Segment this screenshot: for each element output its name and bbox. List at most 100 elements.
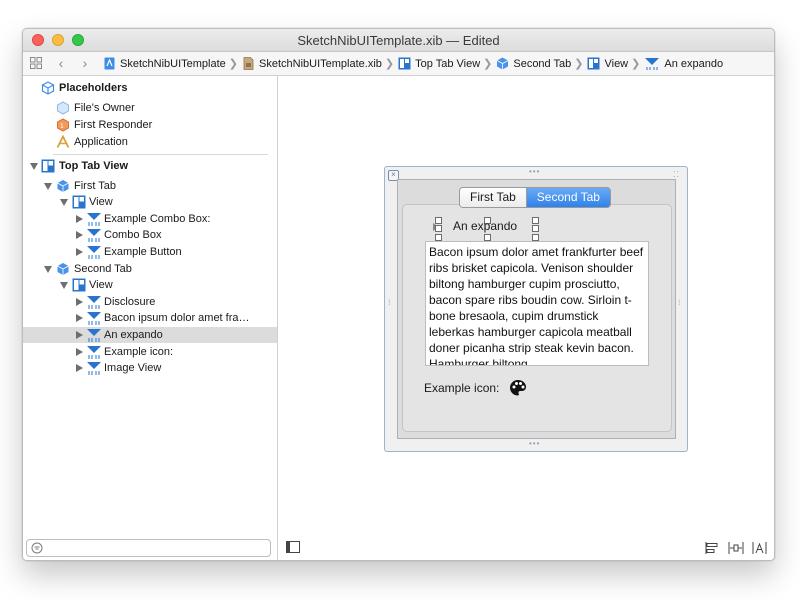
chevron-left-icon: ‹ [58, 55, 64, 71]
outline-item-first-tab-view[interactable]: View [23, 194, 277, 210]
disclosure-open-icon[interactable] [60, 282, 68, 289]
selection-handle[interactable] [532, 225, 539, 232]
selection-handle[interactable] [484, 234, 491, 241]
outline-item-image-view[interactable]: Image View [23, 360, 277, 376]
tab-first-tab[interactable]: First Tab [460, 188, 527, 207]
breadcrumb-label: Top Tab View [415, 57, 481, 70]
outline-label: Image View [104, 362, 162, 374]
project-icon [104, 57, 115, 70]
resize-handle-top-icon[interactable]: ••• [529, 167, 540, 176]
disclosure-closed-icon[interactable] [76, 248, 83, 256]
cube-icon [57, 263, 69, 275]
chevron-right-icon: › [82, 55, 88, 71]
breadcrumb-label: SketchNibUITemplate [120, 57, 226, 70]
palette-icon [510, 380, 527, 396]
selection-handle[interactable] [532, 217, 539, 224]
outline-label: Disclosure [104, 296, 156, 308]
outline-label: First Responder [74, 119, 153, 131]
outline-label: Application [74, 136, 128, 148]
custom-view-icon [87, 312, 101, 325]
outline-label: View [89, 279, 113, 291]
breadcrumb-view[interactable]: View ❯ [587, 57, 644, 70]
example-icon-row: Example icon: [424, 379, 527, 397]
custom-view-icon [87, 362, 101, 375]
toggle-outline-button[interactable] [286, 541, 302, 555]
top-tab-view-frame[interactable]: × ••• ⁚⁚ ⁝ ⁝ ••• First Tab Second Tab An… [384, 166, 688, 452]
bacon-ipsum-text-view[interactable]: Bacon ipsum dolor amet frankfurter beef … [425, 241, 649, 366]
disclosure-closed-icon[interactable] [76, 215, 83, 223]
breadcrumb-separator-icon: ❯ [574, 58, 584, 70]
xib-file-icon [243, 57, 254, 70]
disclosure-open-icon[interactable] [30, 163, 38, 170]
pin-button[interactable] [728, 541, 744, 555]
outline-item-first-responder[interactable]: 1 First Responder [23, 117, 277, 133]
breadcrumb: SketchNibUITemplate ❯ SketchNibUITemplate… [103, 52, 723, 75]
disclosure-open-icon[interactable] [44, 183, 52, 190]
outline-item-an-expando[interactable]: An expando [23, 327, 277, 343]
align-button[interactable] [704, 541, 720, 555]
forward-button[interactable]: › [76, 54, 94, 72]
outline-item-combo-box[interactable]: Combo Box [23, 227, 277, 243]
breadcrumb-separator-icon: ❯ [631, 58, 641, 70]
canvas-bottom-toolbar [704, 541, 768, 555]
breadcrumb-an-expando[interactable]: An expando [644, 57, 723, 70]
selection-handle[interactable] [532, 234, 539, 241]
cube-icon [57, 180, 69, 192]
sidebar-toggle-icon [286, 541, 300, 553]
outline-item-second-tab-view[interactable]: View [23, 277, 277, 293]
breadcrumb-top-tab-view[interactable]: Top Tab View ❯ [398, 57, 496, 70]
disclosure-closed-icon[interactable] [76, 331, 83, 339]
outline-item-example-button[interactable]: Example Button [23, 244, 277, 260]
disclosure-closed-icon[interactable] [76, 231, 83, 239]
breadcrumb-label: View [604, 57, 629, 70]
disclosure-closed-icon[interactable] [76, 298, 83, 306]
outline-label: File's Owner [74, 102, 135, 114]
breadcrumb-second-tab[interactable]: Second Tab ❯ [496, 57, 587, 70]
breadcrumb-xib-file[interactable]: SketchNibUITemplate.xib ❯ [242, 57, 398, 70]
resize-handle-left-icon[interactable]: ⁝ [388, 298, 392, 307]
disclosure-closed-icon[interactable] [76, 364, 83, 372]
outline-item-disclosure[interactable]: Disclosure [23, 294, 277, 310]
breadcrumb-label: An expando [664, 57, 724, 70]
expando-control[interactable]: An expando [433, 217, 543, 241]
outline-item-files-owner[interactable]: File's Owner [23, 100, 277, 116]
cube-icon [497, 57, 509, 70]
disclosure-open-icon[interactable] [44, 266, 52, 273]
selection-handle[interactable] [435, 225, 442, 232]
resize-handle-right-icon[interactable]: ⁝ [678, 298, 682, 307]
outline-item-top-tab-view[interactable]: Top Tab View [23, 158, 277, 174]
outline-item-example-icon[interactable]: Example icon: [23, 344, 277, 360]
outline-item-first-tab[interactable]: First Tab [23, 178, 277, 194]
tab-segmented-control: First Tab Second Tab [459, 187, 611, 208]
outline-item-application[interactable]: Application [23, 134, 277, 150]
related-items-button[interactable] [27, 54, 45, 72]
outline-item-bacon-ipsum[interactable]: Bacon ipsum dolor amet fra… [23, 310, 277, 326]
outline-placeholders-header[interactable]: Placeholders [23, 80, 277, 96]
breadcrumb-separator-icon: ❯ [384, 58, 395, 70]
outline-filter-field[interactable] [26, 539, 271, 557]
view-icon [72, 195, 86, 209]
outline-label: Example Button [104, 246, 182, 258]
resize-handle-corner-icon[interactable]: ⁚⁚ [673, 170, 680, 179]
outline-divider [53, 154, 268, 155]
selection-handle[interactable] [435, 234, 442, 241]
outline-label: First Tab [74, 180, 116, 192]
outline-item-second-tab[interactable]: Second Tab [23, 261, 277, 277]
tab-second-tab[interactable]: Second Tab [526, 188, 610, 207]
disclosure-closed-icon[interactable] [76, 348, 83, 356]
example-icon-label: Example icon: [424, 381, 500, 395]
breadcrumb-separator-icon: ❯ [483, 58, 493, 70]
view-icon [398, 57, 411, 70]
interface-canvas[interactable]: × ••• ⁚⁚ ⁝ ⁝ ••• First Tab Second Tab An… [278, 76, 774, 560]
resolve-icon [752, 542, 767, 554]
selection-handle[interactable] [435, 217, 442, 224]
breadcrumb-project[interactable]: SketchNibUITemplate ❯ [103, 57, 242, 70]
resize-handle-bottom-icon[interactable]: ••• [529, 439, 540, 448]
resolve-auto-layout-button[interactable] [752, 541, 768, 555]
disclosure-open-icon[interactable] [60, 199, 68, 206]
document-outline: Placeholders File's Owner 1 First Respon… [23, 76, 278, 560]
back-button[interactable]: ‹ [52, 54, 70, 72]
outline-item-example-combo-box[interactable]: Example Combo Box: [23, 211, 277, 227]
custom-view-icon [87, 213, 101, 226]
disclosure-closed-icon[interactable] [76, 314, 83, 322]
